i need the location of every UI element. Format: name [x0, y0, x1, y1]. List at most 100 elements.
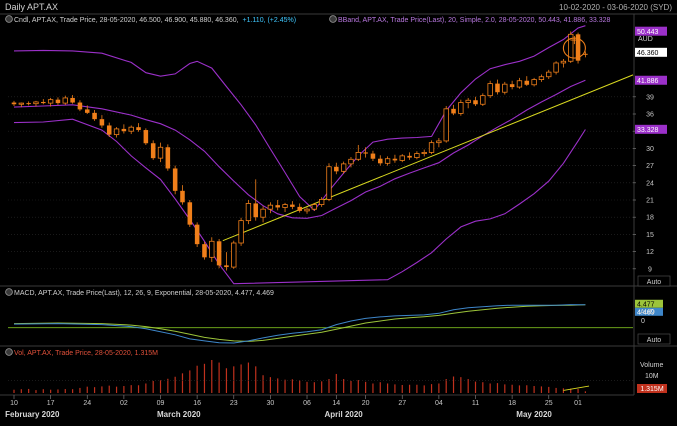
candle-body-up	[546, 71, 552, 78]
volume-legend-text: Vol, APT.AX, Trade Price, 28-05-2020, 1.…	[14, 350, 158, 357]
candle-body-down	[253, 203, 259, 218]
candle-body-up	[245, 203, 252, 222]
candle-body-up	[436, 140, 442, 144]
candle-body-up	[516, 80, 523, 88]
trendline[interactable]	[222, 74, 634, 242]
legend-toggle-icon[interactable]	[329, 15, 337, 23]
candle-body-down	[77, 102, 83, 110]
bband-middle-line	[13, 79, 586, 219]
x-tick-label: 09	[157, 400, 165, 407]
candle-body-up	[531, 79, 537, 86]
price-tick-label: 39	[646, 94, 654, 101]
candle-body-down	[187, 202, 193, 225]
price-tick-label: 27	[646, 163, 654, 170]
candle-body-up	[340, 163, 347, 172]
candlestick-chart[interactable]: Daily APT.AX 10-02-2020 - 03-06-2020 (SY…	[0, 0, 677, 426]
candle-body-down	[70, 97, 75, 103]
candle-body-up	[458, 102, 464, 114]
bband-mid-tag-label: 41.886	[637, 78, 659, 85]
x-month-label: March 2020	[157, 410, 201, 419]
candle-body-up	[348, 158, 354, 165]
candle-body-up	[33, 101, 39, 105]
candle-body-down	[26, 103, 31, 105]
candle-body-down	[363, 152, 368, 154]
candle-body-down	[216, 241, 222, 266]
support-trendline	[222, 74, 634, 242]
legend-toggle-icon[interactable]	[5, 288, 13, 296]
candle-body-down	[121, 128, 127, 132]
candle-body-up	[128, 126, 134, 132]
bollinger-bands	[13, 25, 586, 285]
legend-toggle-icon[interactable]	[5, 348, 13, 356]
candle-body-down	[11, 102, 17, 105]
x-tick-label: 18	[508, 400, 516, 407]
candle-body-down	[509, 84, 515, 88]
candle-body-up	[538, 76, 545, 80]
macd-auto-scale-label: Auto	[647, 337, 662, 344]
date-range: 10-02-2020 - 03-06-2020 (SYD)	[559, 3, 672, 12]
x-tick-label: 23	[230, 400, 238, 407]
price-tick-label: 36	[646, 112, 654, 119]
candle-body-down	[106, 125, 112, 135]
x-tick-label: 06	[303, 400, 311, 407]
price-tick-label: 24	[646, 180, 654, 187]
candle-body-down	[224, 265, 229, 268]
candle-body-up	[414, 153, 420, 158]
chart-title: Daily APT.AX	[5, 2, 58, 12]
candle-body-up	[502, 83, 508, 93]
candle-body-up	[231, 242, 237, 268]
candle-body-up	[399, 155, 405, 161]
candle-body-up	[421, 152, 427, 154]
x-tick-label: 24	[83, 400, 91, 407]
x-tick-label: 10	[10, 400, 18, 407]
price-tick-label: 9	[648, 266, 652, 273]
volume-trendline	[563, 385, 590, 391]
candle-body-down	[180, 190, 185, 203]
x-tick-label: 30	[266, 400, 274, 407]
x-tick-label: 17	[47, 400, 55, 407]
volume-axis-title: Volume	[640, 362, 663, 369]
x-tick-label: 01	[574, 400, 582, 407]
candle-body-up	[47, 99, 54, 104]
candle-body-up	[62, 97, 68, 104]
bband-legend: BBand, APT.AX, Trade Price(Last), 20, Si…	[338, 17, 611, 24]
bband-lower-tag-label: 33.328	[637, 127, 659, 134]
last-price-tag-label: 46.360	[637, 50, 659, 57]
price-legend: Cndl, APT.AX, Trade Price, 28-05-2020, 4…	[5, 15, 611, 24]
legend-toggle-icon[interactable]	[5, 15, 13, 23]
candle-body-down	[165, 147, 171, 169]
candle-body-up	[282, 204, 288, 208]
candle-body-down	[290, 204, 295, 207]
candle-body-up	[113, 128, 120, 136]
candle-body-up	[157, 146, 164, 159]
bband-upper-tag-label: 50.443	[637, 29, 659, 36]
candle-body-down	[392, 158, 398, 161]
candle-body-up	[480, 95, 486, 105]
price-tick-label: 30	[646, 146, 654, 153]
candle-body-up	[326, 166, 332, 200]
candle-body-down	[84, 109, 90, 113]
candle-body-down	[407, 155, 412, 158]
volume-tag-label: 1.315M	[640, 386, 664, 393]
svg-text:Cndl, APT.AX, Trade Price, 28-: Cndl, APT.AX, Trade Price, 28-05-2020, 4…	[14, 17, 296, 24]
x-month-label: May 2020	[516, 410, 552, 419]
candle-body-down	[451, 108, 456, 114]
x-month-label: April 2020	[325, 410, 364, 419]
price-tick-label: 12	[646, 249, 654, 256]
x-tick-label: 16	[193, 400, 201, 407]
price-tick-label: 18	[646, 215, 654, 222]
candle-body-down	[334, 166, 339, 172]
candle-body-down	[55, 99, 61, 104]
x-axis: 10 17 24 02 09 16 23 30 06 14 20 27 04 11 18 25 01 Februa…	[0, 394, 634, 419]
candle-body-up	[560, 60, 567, 64]
candle-body-up	[311, 204, 318, 210]
candle-body-down	[370, 153, 376, 159]
candle-body-up	[487, 83, 493, 97]
macd-legend: MACD, APT.AX, Trade Price(Last), 12, 26,…	[5, 288, 274, 297]
candle-body-down	[378, 158, 383, 164]
candle-body-down	[92, 112, 97, 120]
price-y-axis: 912151821242730333639	[633, 94, 654, 273]
macd-zero-tick: 0	[641, 318, 645, 325]
candle-body-down	[495, 83, 500, 93]
volume-legend: Vol, APT.AX, Trade Price, 28-05-2020, 1.…	[5, 348, 158, 357]
